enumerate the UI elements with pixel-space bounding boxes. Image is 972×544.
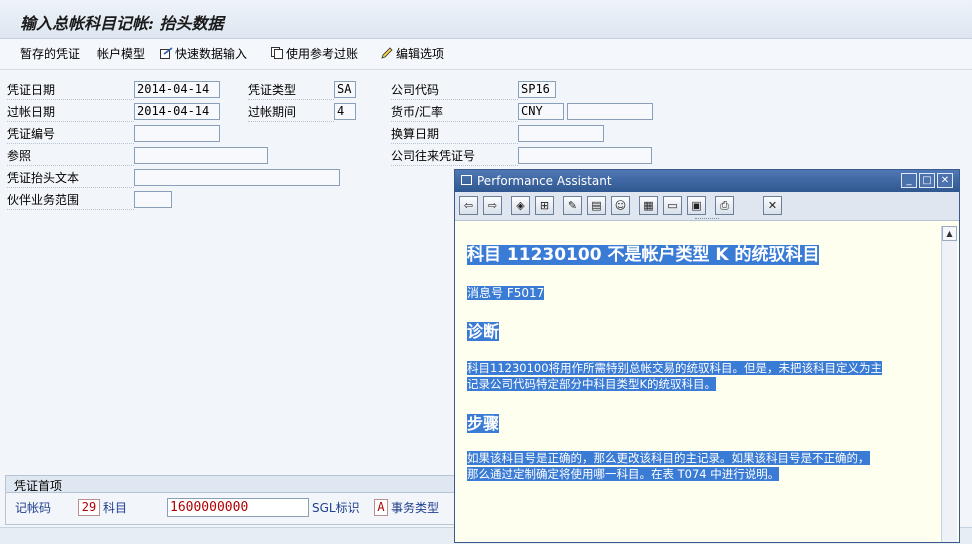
message-heading: 科目 11230100 不是帐户类型 K 的统驭科目 — [467, 245, 820, 265]
quick-entry-button[interactable]: 快速数据输入 — [160, 46, 247, 62]
quick-entry-icon — [160, 47, 173, 59]
help-person-icon[interactable]: ☺ — [611, 196, 630, 215]
reference-label: 参照 — [7, 147, 134, 166]
diagnosis-heading: 诊断 — [467, 322, 500, 341]
scroll-up-icon[interactable]: ▲ — [942, 226, 957, 241]
diagnosis-text-line-2: 记录公司代码特定部分中科目类型K的统驭科目。 — [467, 377, 717, 391]
doc-date-label: 凭证日期 — [7, 81, 134, 100]
account-field[interactable]: 1600000000 — [167, 498, 309, 517]
exchange-rate-field[interactable] — [567, 103, 653, 120]
reference-icon — [271, 47, 283, 59]
doc-number-field[interactable] — [134, 125, 220, 142]
period-field[interactable]: 4 — [334, 103, 356, 120]
currency-label: 货币/汇率 — [391, 103, 518, 122]
close-icon[interactable]: ✕ — [937, 173, 953, 188]
trading-partner-label: 伙伴业务范围 — [7, 191, 134, 210]
company-code-label: 公司代码 — [391, 81, 518, 100]
back-arrow-icon[interactable]: ⇦ — [459, 196, 478, 215]
message-number: 消息号 F5017 — [467, 286, 545, 300]
translation-date-label: 换算日期 — [391, 125, 518, 144]
performance-assistant-title: Performance Assistant — [477, 174, 612, 188]
sgl-indicator-label: SGL标识 — [312, 501, 360, 515]
first-line-item-header: 凭证首项 — [6, 476, 464, 493]
first-line-item-box: 凭证首项 记帐码 29 科目 1600000000 SGL标识 A 事务类型 — [5, 475, 465, 525]
trading-partner-field[interactable] — [134, 191, 172, 208]
application-toolbar: 暂存的凭证 帐户模型 快速数据输入 使用参考过账 编辑选项 — [0, 39, 972, 70]
pencil-icon — [381, 47, 393, 59]
toolbar-grip — [695, 218, 719, 221]
doc-date-field[interactable]: 2014-04-14 — [134, 81, 220, 98]
intercompany-label: 公司往来凭证号 — [391, 147, 518, 166]
posting-key-label: 记帐码 — [15, 501, 52, 515]
header-text-field[interactable] — [134, 169, 340, 186]
reference-field[interactable] — [134, 147, 268, 164]
note-icon[interactable]: ▤ — [587, 196, 606, 215]
performance-assistant-title-bar[interactable]: Performance Assistant _ □ ✕ — [455, 170, 959, 192]
account-label: 科目 — [103, 501, 128, 515]
translation-date-field[interactable] — [518, 125, 604, 142]
procedure-text-line-2: 那么通过定制确定将使用哪一科目。在表 T074 中进行说明。 — [467, 467, 780, 481]
currency-field[interactable]: CNY — [518, 103, 564, 120]
procedure-heading: 步骤 — [467, 414, 500, 433]
doc-type-field[interactable]: SA — [334, 81, 356, 98]
exit-icon[interactable]: ✕ — [763, 196, 782, 215]
vertical-scrollbar[interactable]: ▲ — [941, 226, 957, 542]
window-icon — [461, 175, 472, 185]
procedure-text-line-1: 如果该科目号是正确的，那么更改该科目的主记录。如果该科目号是不正确的， — [467, 451, 870, 465]
edit-icon[interactable]: ✎ — [563, 196, 582, 215]
posting-date-field[interactable]: 2014-04-14 — [134, 103, 220, 120]
parked-document-button[interactable]: 暂存的凭证 — [20, 46, 80, 62]
technical-info-icon[interactable]: ⊞ — [535, 196, 554, 215]
post-with-reference-button[interactable]: 使用参考过账 — [271, 46, 358, 62]
doc-number-label: 凭证编号 — [7, 125, 134, 144]
transaction-type-label: 事务类型 — [391, 501, 440, 515]
minimize-icon[interactable]: _ — [901, 173, 917, 188]
maximize-icon[interactable]: □ — [919, 173, 935, 188]
intercompany-field[interactable] — [518, 147, 652, 164]
forward-arrow-icon[interactable]: ⇨ — [483, 196, 502, 215]
posting-key-field[interactable]: 29 — [78, 499, 100, 516]
editing-options-button[interactable]: 编辑选项 — [381, 46, 444, 62]
period-label: 过帐期间 — [248, 103, 334, 122]
open-folder-icon[interactable]: ▣ — [687, 196, 706, 215]
account-model-button[interactable]: 帐户模型 — [97, 46, 145, 62]
performance-assistant-window: Performance Assistant _ □ ✕ ⇦ ⇨ ◈ ⊞ ✎ ▤ … — [454, 169, 960, 543]
print-icon[interactable]: ⎙ — [715, 196, 734, 215]
diagnosis-text-line-1: 科目11230100将用作所需特别总帐交易的统驭科目。但是，未把该科目定义为主 — [467, 361, 883, 375]
window-view-icon[interactable]: ▭ — [663, 196, 682, 215]
screen-title-bar: 输入总帐科目记帐: 抬头数据 — [0, 0, 972, 39]
sgl-indicator-field[interactable]: A — [374, 499, 388, 516]
performance-assistant-toolbar: ⇦ ⇨ ◈ ⊞ ✎ ▤ ☺ ▦ ▭ ▣ ⎙ ✕ — [455, 192, 959, 221]
company-code-field[interactable]: SP16 — [518, 81, 556, 98]
first-line-item-title: 凭证首项 — [14, 479, 63, 493]
document-icon[interactable]: ▦ — [639, 196, 658, 215]
posting-date-label: 过帐日期 — [7, 103, 134, 122]
page-title: 输入总帐科目记帐: 抬头数据 — [20, 14, 224, 33]
doc-type-label: 凭证类型 — [248, 81, 334, 100]
performance-assistant-content: 科目 11230100 不是帐户类型 K 的统驭科目 消息号 F5017 诊断 … — [465, 226, 939, 536]
header-text-label: 凭证抬头文本 — [7, 169, 134, 188]
book-icon[interactable]: ◈ — [511, 196, 530, 215]
